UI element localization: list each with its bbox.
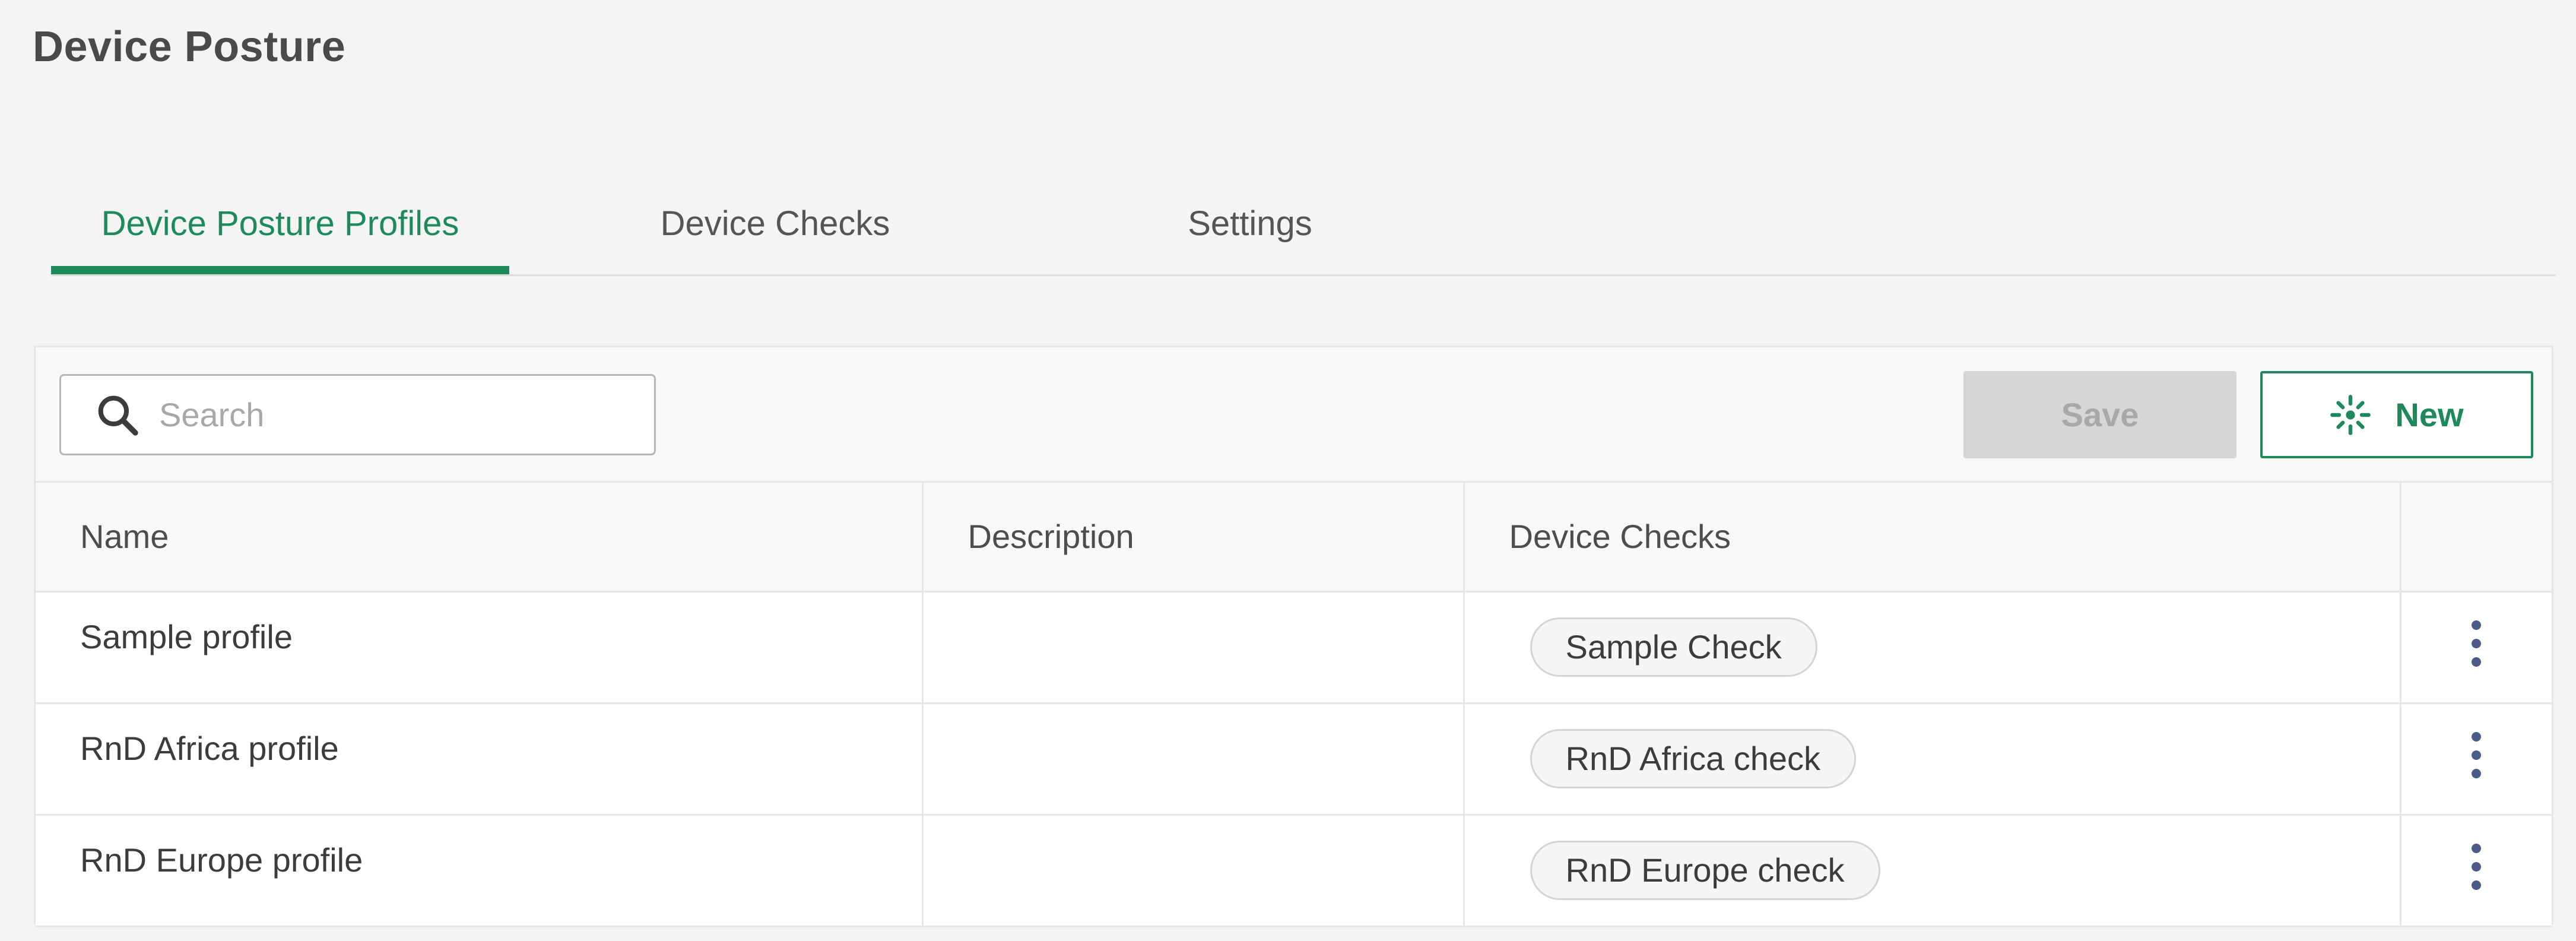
profile-name: RnD Africa profile xyxy=(36,703,924,816)
column-header-device-checks[interactable]: Device Checks xyxy=(1464,483,2401,593)
more-vertical-icon[interactable] xyxy=(2467,617,2485,670)
profile-description xyxy=(922,703,1465,816)
device-posture-page: Device Posture Device Posture Profiles D… xyxy=(0,0,2576,941)
sparkle-icon xyxy=(2330,394,2371,436)
tab-device-checks[interactable]: Device Checks xyxy=(597,172,953,274)
page-title: Device Posture xyxy=(33,23,346,71)
profile-description xyxy=(922,815,1465,927)
profile-device-checks: Sample Check xyxy=(1464,591,2401,704)
profile-description xyxy=(922,591,1465,704)
new-button-label: New xyxy=(2395,396,2464,433)
row-actions xyxy=(2400,703,2552,816)
more-vertical-icon[interactable] xyxy=(2467,728,2485,782)
column-header-actions xyxy=(2400,483,2552,593)
row-actions xyxy=(2400,815,2552,927)
profile-name: RnD Europe profile xyxy=(36,815,924,927)
search-input[interactable] xyxy=(159,385,634,445)
more-vertical-icon[interactable] xyxy=(2467,840,2485,894)
tab-device-posture-profiles[interactable]: Device Posture Profiles xyxy=(51,172,509,275)
table-row[interactable]: Sample profile Sample Check xyxy=(36,591,2552,704)
new-button[interactable]: New xyxy=(2260,371,2533,458)
tab-bar: Device Posture Profiles Device Checks Se… xyxy=(51,172,2556,276)
row-actions xyxy=(2400,591,2552,704)
tab-settings[interactable]: Settings xyxy=(1102,172,1398,274)
table-row[interactable]: RnD Africa profile RnD Africa check xyxy=(36,703,2552,816)
device-check-chip: RnD Europe check xyxy=(1530,841,1880,900)
profiles-panel: Save xyxy=(34,346,2553,927)
device-check-chip: Sample Check xyxy=(1530,617,1817,677)
table-row[interactable]: RnD Europe profile RnD Europe check xyxy=(36,815,2552,927)
column-header-name[interactable]: Name xyxy=(36,483,924,593)
column-header-description[interactable]: Description xyxy=(922,483,1465,593)
device-check-chip: RnD Africa check xyxy=(1530,729,1856,788)
tab-divider xyxy=(51,274,2556,276)
table-header-row: Name Description Device Checks xyxy=(36,483,2552,593)
profiles-table: Name Description Device Checks Sample pr… xyxy=(36,483,2552,927)
save-button[interactable]: Save xyxy=(1963,371,2236,458)
profile-device-checks: RnD Africa check xyxy=(1464,703,2401,816)
profile-device-checks: RnD Europe check xyxy=(1464,815,2401,927)
search-box[interactable] xyxy=(59,374,656,455)
profile-name: Sample profile xyxy=(36,591,924,704)
toolbar: Save xyxy=(36,347,2552,483)
search-icon xyxy=(94,388,147,442)
